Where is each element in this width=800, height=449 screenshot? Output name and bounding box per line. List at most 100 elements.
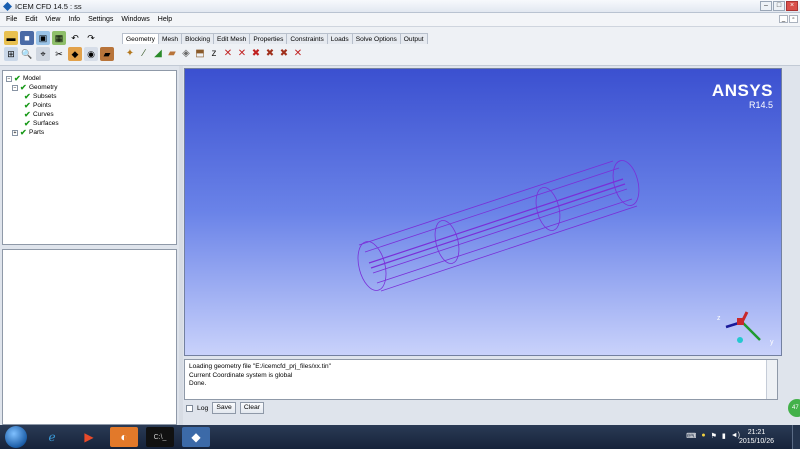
restore-icon[interactable]: z bbox=[208, 48, 220, 60]
checkbox-icon[interactable]: ✔ bbox=[24, 120, 31, 128]
show-desktop-button[interactable] bbox=[792, 425, 800, 449]
flag-icon[interactable]: ⚑ bbox=[711, 432, 717, 440]
delete-curve-icon[interactable]: ✕ bbox=[236, 48, 248, 60]
tab-constraints[interactable]: Constraints bbox=[286, 33, 328, 44]
create-body-icon[interactable]: ▰ bbox=[166, 48, 178, 60]
create-surface-icon[interactable]: ◢ bbox=[152, 48, 164, 60]
color-icon[interactable]: ◆ bbox=[68, 47, 82, 61]
network-icon[interactable]: ▮ bbox=[722, 432, 726, 440]
floating-badge[interactable]: 47 bbox=[788, 399, 800, 417]
checkbox-icon[interactable]: ✔ bbox=[14, 75, 21, 83]
message-scrollbar[interactable] bbox=[766, 360, 777, 399]
data-entry-panel bbox=[2, 249, 177, 425]
delete-point-icon[interactable]: ✕ bbox=[222, 48, 234, 60]
undo-icon[interactable]: ↶ bbox=[68, 31, 82, 45]
window-title: ICEM CFD 14.5 : ss bbox=[15, 2, 82, 11]
delete-surface-icon[interactable]: ✖ bbox=[250, 48, 262, 60]
security-icon[interactable]: ● bbox=[701, 432, 705, 440]
menu-windows[interactable]: Windows bbox=[121, 16, 149, 23]
media-player-icon[interactable]: ▶ bbox=[75, 427, 103, 447]
tab-edit-mesh[interactable]: Edit Mesh bbox=[213, 33, 251, 44]
checkbox-icon[interactable]: ✔ bbox=[20, 129, 27, 137]
geometry-canvas bbox=[357, 160, 761, 343]
menu-bar: File Edit View Info Settings Windows Hel… bbox=[0, 13, 800, 27]
menu-file[interactable]: File bbox=[6, 16, 17, 23]
menu-edit[interactable]: Edit bbox=[25, 16, 37, 23]
graphics-viewport[interactable]: ANSYS R14.5 z y bbox=[184, 68, 782, 356]
repair-icon[interactable]: ◈ bbox=[180, 48, 192, 60]
tree-node-geometry[interactable]: − ✔ Geometry bbox=[12, 83, 58, 92]
tree-node-surfaces[interactable]: ✔ Surfaces bbox=[24, 119, 59, 128]
tab-output[interactable]: Output bbox=[399, 33, 428, 44]
spare-icon bbox=[100, 31, 114, 45]
window-controls: – □ × bbox=[760, 1, 798, 11]
panel-splitter[interactable] bbox=[179, 66, 183, 425]
browser-icon[interactable]: ◐ bbox=[110, 427, 138, 447]
scissors-icon[interactable]: ✂ bbox=[52, 47, 66, 61]
save-icon[interactable]: ■ bbox=[20, 31, 34, 45]
pipe-edge-bottom bbox=[380, 205, 638, 292]
icem-taskbar-icon[interactable]: ◆ bbox=[182, 427, 210, 447]
clear-button[interactable]: Clear bbox=[239, 402, 265, 414]
pipe-core-line-2 bbox=[370, 183, 626, 269]
expand-icon[interactable]: + bbox=[12, 129, 18, 136]
tab-mesh[interactable]: Mesh bbox=[157, 33, 183, 44]
menu-settings[interactable]: Settings bbox=[88, 16, 113, 23]
function-tabs: Geometry Mesh Blocking Edit Mesh Propert… bbox=[122, 33, 428, 44]
transform-icon[interactable]: ⬒ bbox=[194, 48, 206, 60]
mdi-controls: _ ▫ bbox=[779, 15, 798, 23]
checkbox-icon[interactable]: ✔ bbox=[24, 93, 31, 101]
tree-node-subsets[interactable]: ✔ Subsets bbox=[24, 92, 57, 101]
log-label: Log bbox=[197, 404, 209, 412]
tab-geometry[interactable]: Geometry bbox=[122, 33, 159, 44]
tree-node-parts[interactable]: + ✔ Parts bbox=[12, 128, 44, 137]
zoom-icon[interactable]: 🔍 bbox=[20, 47, 34, 61]
collapse-icon[interactable]: − bbox=[12, 84, 18, 91]
ie-icon[interactable]: ℯ bbox=[38, 427, 66, 447]
delete-x-icon[interactable]: ✕ bbox=[292, 48, 304, 60]
checkbox-icon[interactable]: ✔ bbox=[24, 102, 31, 110]
delete-body-icon[interactable]: ✖ bbox=[264, 48, 276, 60]
tab-blocking[interactable]: Blocking bbox=[181, 33, 215, 44]
terminal-icon[interactable]: C:\_ bbox=[146, 427, 174, 447]
checkbox-icon[interactable]: ✔ bbox=[20, 84, 27, 92]
tree-node-model[interactable]: − ✔ Model bbox=[6, 74, 41, 83]
clock-time: 21:21 bbox=[747, 429, 766, 436]
sphere-icon[interactable]: ◉ bbox=[84, 47, 98, 61]
redo-icon[interactable]: ↷ bbox=[84, 31, 98, 45]
tab-solve-options[interactable]: Solve Options bbox=[351, 33, 401, 44]
pipe-edge-top bbox=[358, 160, 614, 246]
close-button[interactable]: × bbox=[786, 1, 798, 11]
minimize-button[interactable]: – bbox=[760, 1, 772, 11]
open-folder-icon[interactable]: ▬ bbox=[4, 31, 18, 45]
tree-label-model: Model bbox=[23, 75, 41, 82]
collapse-icon[interactable]: − bbox=[6, 75, 12, 82]
menu-help[interactable]: Help bbox=[158, 16, 172, 23]
delete-any-icon[interactable]: ✖ bbox=[278, 48, 290, 60]
brick-icon[interactable]: ▰ bbox=[100, 47, 114, 61]
tree-label-subsets: Subsets bbox=[33, 93, 57, 100]
tab-loads[interactable]: Loads bbox=[326, 33, 353, 44]
tab-properties[interactable]: Properties bbox=[249, 33, 288, 44]
taskbar-clock[interactable]: 21:21 2015/10/26 bbox=[739, 428, 774, 446]
geometry-tools: ✦ ∕ ◢ ▰ ◈ ⬒ z ✕ ✕ ✖ ✖ ✖ ✕ bbox=[124, 48, 304, 60]
tree-node-curves[interactable]: ✔ Curves bbox=[24, 110, 54, 119]
message-controls: Log Save Clear bbox=[186, 401, 265, 415]
measure-icon[interactable]: ⌖ bbox=[36, 47, 50, 61]
settings-grid-icon[interactable]: ▦ bbox=[52, 31, 66, 45]
fit-icon[interactable]: ⊞ bbox=[4, 47, 18, 61]
menu-info[interactable]: Info bbox=[68, 16, 80, 23]
mdi-minimize-button[interactable]: _ bbox=[779, 15, 788, 23]
menu-view[interactable]: View bbox=[45, 16, 60, 23]
maximize-button[interactable]: □ bbox=[773, 1, 785, 11]
mdi-restore-button[interactable]: ▫ bbox=[789, 15, 798, 23]
create-curve-icon[interactable]: ∕ bbox=[138, 48, 150, 60]
keyboard-icon[interactable]: ⌨ bbox=[686, 432, 696, 440]
save-button[interactable]: Save bbox=[212, 402, 236, 414]
checkbox-icon[interactable]: ✔ bbox=[24, 111, 31, 119]
image-icon[interactable]: ▣ bbox=[36, 31, 50, 45]
start-button[interactable] bbox=[5, 426, 27, 448]
create-point-icon[interactable]: ✦ bbox=[124, 48, 136, 60]
tree-node-points[interactable]: ✔ Points bbox=[24, 101, 51, 110]
log-checkbox[interactable] bbox=[186, 404, 193, 412]
